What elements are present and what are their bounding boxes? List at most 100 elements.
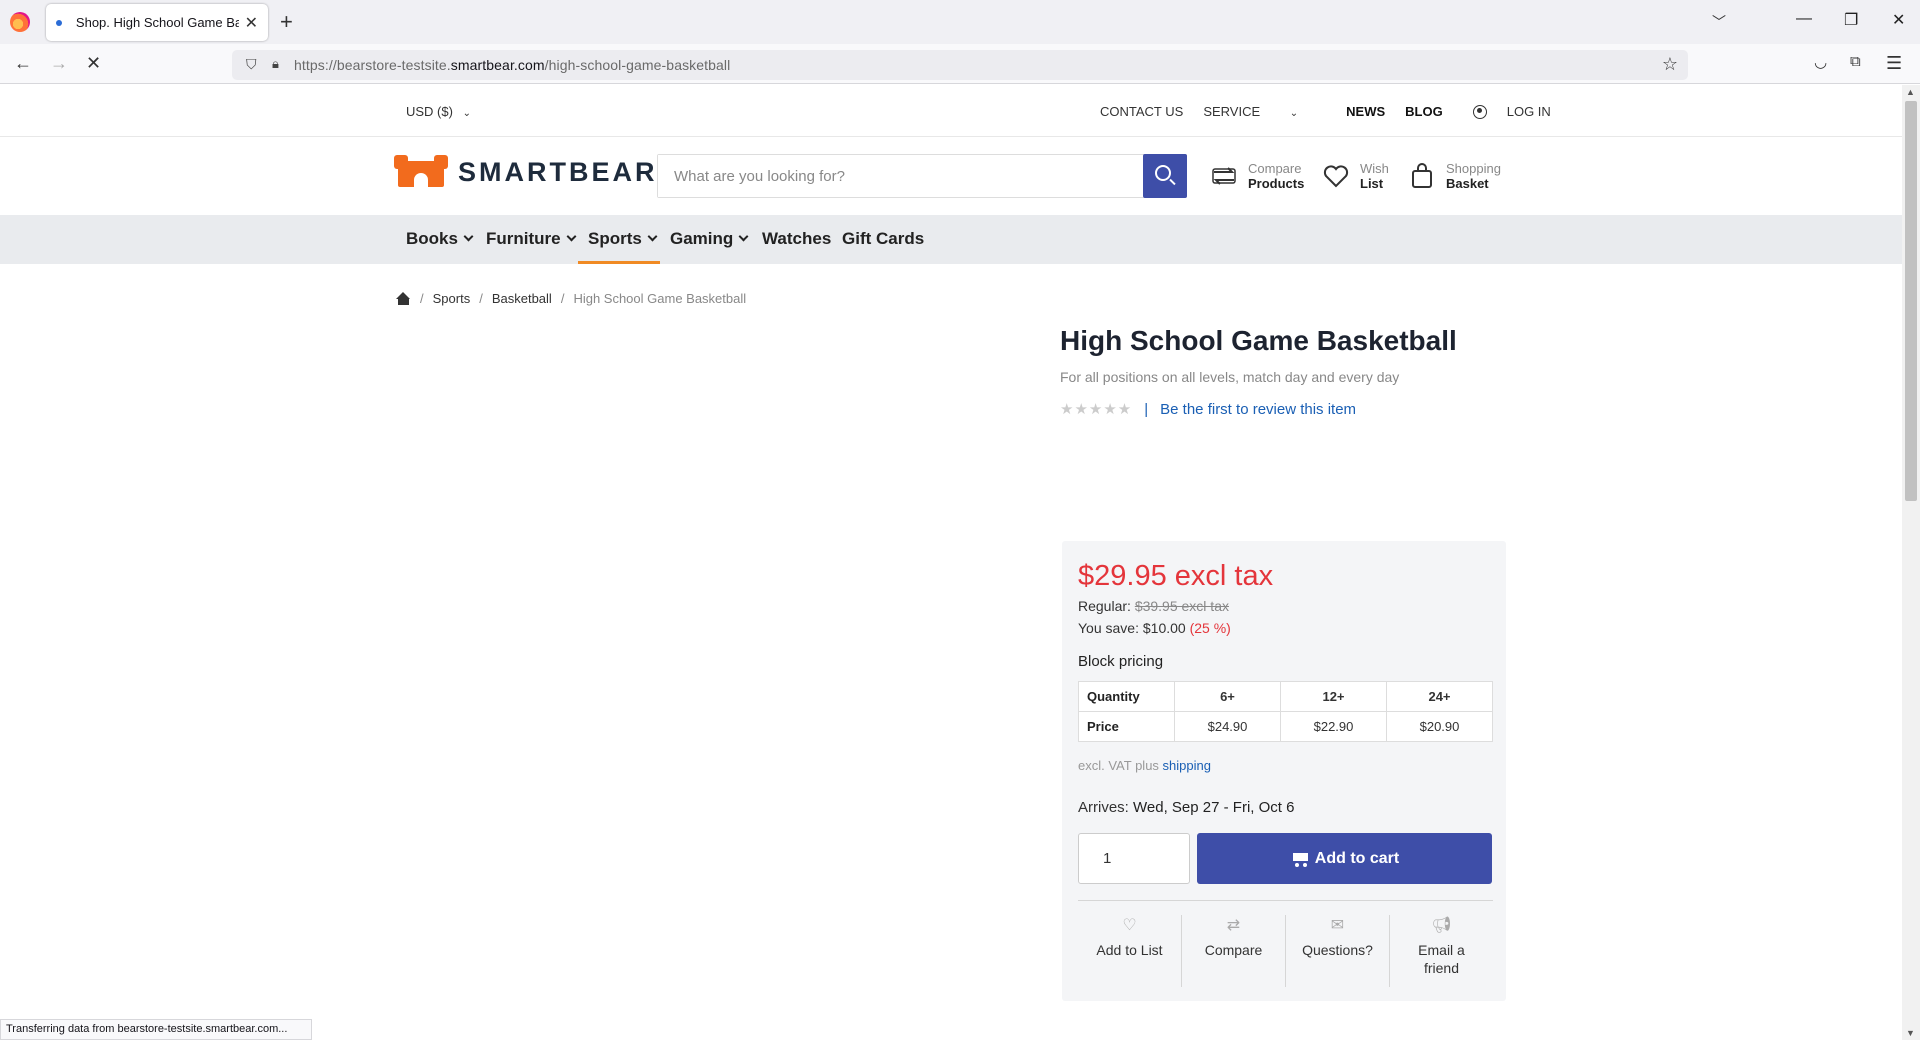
lock-icon[interactable]: 🔒︎ — [272, 56, 279, 72]
current-price: $29.95 excl tax — [1078, 560, 1274, 592]
breadcrumb: / Sports / Basketball / High School Game… — [396, 291, 746, 306]
tab-title: Shop. High School Game Basketball — [75, 15, 239, 30]
heart-icon: ♡ — [1122, 917, 1137, 934]
scroll-down-icon[interactable]: ▼ — [1906, 1028, 1915, 1038]
forward-icon[interactable]: → — [50, 53, 68, 74]
service-menu[interactable]: SERVICE ⌄ — [1203, 104, 1318, 119]
breadcrumb-current: High School Game Basketball — [573, 291, 747, 306]
add-to-list-button[interactable]: ♡ Add to List — [1078, 915, 1182, 987]
minimize-icon[interactable]: — — [1796, 10, 1812, 28]
tracking-shield-icon[interactable]: ⛉ — [246, 56, 257, 73]
search-button[interactable] — [1143, 154, 1187, 198]
utility-links: CONTACT US SERVICE ⌄ NEWS BLOG LOG IN — [1100, 104, 1591, 119]
nav-sports[interactable]: Sports — [588, 229, 658, 249]
smartbear-logo[interactable]: SMARTBEAR — [394, 155, 658, 189]
chevron-down-icon: ⌄ — [1289, 108, 1299, 119]
chevron-down-icon — [463, 231, 474, 242]
envelope-icon: ✉ — [1330, 917, 1345, 934]
home-icon[interactable] — [396, 292, 411, 305]
page-scrollbar[interactable]: ▲ ▼ — [1902, 85, 1920, 1040]
login-label: LOG IN — [1506, 104, 1551, 119]
shopping-basket-link[interactable]: Shopping Basket — [1408, 161, 1501, 191]
buy-box: $29.95 excl tax Regular: $39.95 excl tax… — [1062, 541, 1506, 1001]
list-all-tabs-icon[interactable]: ﹀ — [1712, 12, 1726, 32]
product-title: High School Game Basketball — [1060, 325, 1457, 356]
table-row: Price $24.90 $22.90 $20.90 — [1078, 711, 1493, 742]
chevron-down-icon — [647, 231, 658, 242]
scroll-up-icon[interactable]: ▲ — [1906, 87, 1915, 97]
utility-bar: USD ($) ⌄ CONTACT US SERVICE ⌄ NEWS BLOG… — [0, 85, 1902, 137]
logo-text: SMARTBEAR — [458, 156, 658, 187]
megaphone-icon: 📢︎ — [1431, 917, 1452, 934]
vat-note: excl. VAT plus shipping — [1078, 758, 1211, 773]
savings: You save: $10.00 (25 %) — [1078, 620, 1231, 636]
block-pricing-table: Quantity 6+ 12+ 24+ Price $24.90 $22.90 … — [1078, 681, 1493, 742]
compare-button[interactable]: ⇄ Compare — [1182, 915, 1286, 987]
address-bar[interactable]: ⛉ 🔒︎ https://bearstore-testsite.smartbea… — [232, 50, 1688, 80]
contact-us-link[interactable]: CONTACT US — [1100, 104, 1183, 119]
bookmark-star-icon[interactable]: ☆ — [1662, 54, 1678, 75]
extensions-icon[interactable]: ⧉ — [1850, 53, 1861, 70]
blog-link[interactable]: BLOG — [1405, 104, 1443, 119]
restore-icon[interactable]: ❐ — [1844, 10, 1858, 30]
shopping-bag-icon — [1408, 162, 1436, 190]
star-rating-icon: ★★★★★ — [1060, 401, 1133, 418]
table-row: Quantity 6+ 12+ 24+ — [1078, 681, 1493, 712]
chevron-down-icon — [566, 231, 577, 242]
active-category-indicator — [578, 261, 660, 264]
currency-selector[interactable]: USD ($) ⌄ — [406, 104, 471, 119]
cart-icon — [1290, 852, 1308, 867]
search-box — [657, 154, 1187, 198]
product-info: High School Game Basketball For all posi… — [1060, 325, 1510, 418]
first-review-link[interactable]: Be the first to review this item — [1160, 401, 1356, 418]
search-icon — [1155, 165, 1171, 181]
quantity-input[interactable] — [1078, 833, 1190, 884]
divider — [1078, 900, 1493, 901]
chevron-down-icon: ⌄ — [462, 108, 471, 119]
chevron-down-icon — [738, 231, 749, 242]
stop-loading-icon[interactable]: ✕ — [86, 53, 101, 74]
scrollbar-thumb[interactable] — [1905, 101, 1917, 501]
nav-gaming[interactable]: Gaming — [670, 229, 749, 249]
menu-icon[interactable]: ☰ — [1886, 53, 1902, 74]
product-subtitle: For all positions on all levels, match d… — [1060, 369, 1400, 385]
email-friend-button[interactable]: 📢︎ Email a friend — [1390, 915, 1493, 987]
new-tab-icon[interactable]: + — [280, 9, 293, 35]
block-pricing-title: Block pricing — [1078, 653, 1164, 670]
browser-tab-bar: Shop. High School Game Basketball ✕ + ﹀ … — [0, 0, 1920, 44]
nav-gift-cards[interactable]: Gift Cards — [842, 229, 924, 249]
category-nav: Books Furniture Sports Gaming Watches Gi… — [0, 215, 1902, 264]
nav-watches[interactable]: Watches — [762, 229, 831, 249]
browser-tab[interactable]: Shop. High School Game Basketball ✕ — [46, 4, 268, 41]
delivery-estimate: Arrives: Wed, Sep 27 - Fri, Oct 6 — [1078, 799, 1295, 816]
heart-icon — [1322, 162, 1350, 190]
tab-favicon-icon — [56, 19, 62, 26]
site-header: SMARTBEAR CompareProducts WishList Shopp… — [0, 137, 1902, 215]
product-actions: ♡ Add to List ⇄ Compare ✉ Questions? 📢︎ … — [1078, 915, 1493, 987]
close-window-icon[interactable]: ✕ — [1892, 10, 1905, 30]
back-icon[interactable]: ← — [14, 53, 32, 74]
firefox-logo-icon[interactable] — [10, 12, 30, 32]
add-to-cart-label: Add to cart — [1314, 849, 1400, 867]
nav-furniture[interactable]: Furniture — [486, 229, 577, 249]
add-to-cart-button[interactable]: Add to cart — [1197, 833, 1492, 884]
news-link[interactable]: NEWS — [1346, 104, 1385, 119]
pocket-icon[interactable]: ◡ — [1814, 53, 1827, 71]
breadcrumb-sports[interactable]: Sports — [433, 291, 471, 306]
url-text[interactable]: https://bearstore-testsite.smartbear.com… — [294, 57, 730, 73]
nav-books[interactable]: Books — [406, 229, 474, 249]
product-rating: ★★★★★ | Be the first to review this item — [1060, 400, 1357, 419]
compare-icon — [1210, 162, 1238, 190]
compare-icon: ⇄ — [1226, 917, 1241, 934]
wish-list-link[interactable]: Wish List — [1322, 161, 1389, 191]
login-link[interactable]: LOG IN — [1472, 104, 1571, 119]
status-bar: Transferring data from bearstore-testsit… — [0, 1019, 312, 1040]
close-tab-icon[interactable]: ✕ — [245, 13, 258, 33]
search-input[interactable] — [658, 155, 1142, 197]
compare-products-link[interactable]: Compare Products — [1210, 161, 1304, 191]
breadcrumb-basketball[interactable]: Basketball — [492, 291, 552, 306]
questions-button[interactable]: ✉ Questions? — [1286, 915, 1390, 987]
shipping-link[interactable]: shipping — [1163, 758, 1211, 773]
bear-logo-icon — [394, 155, 448, 189]
regular-price: Regular: $39.95 excl tax — [1078, 598, 1229, 614]
